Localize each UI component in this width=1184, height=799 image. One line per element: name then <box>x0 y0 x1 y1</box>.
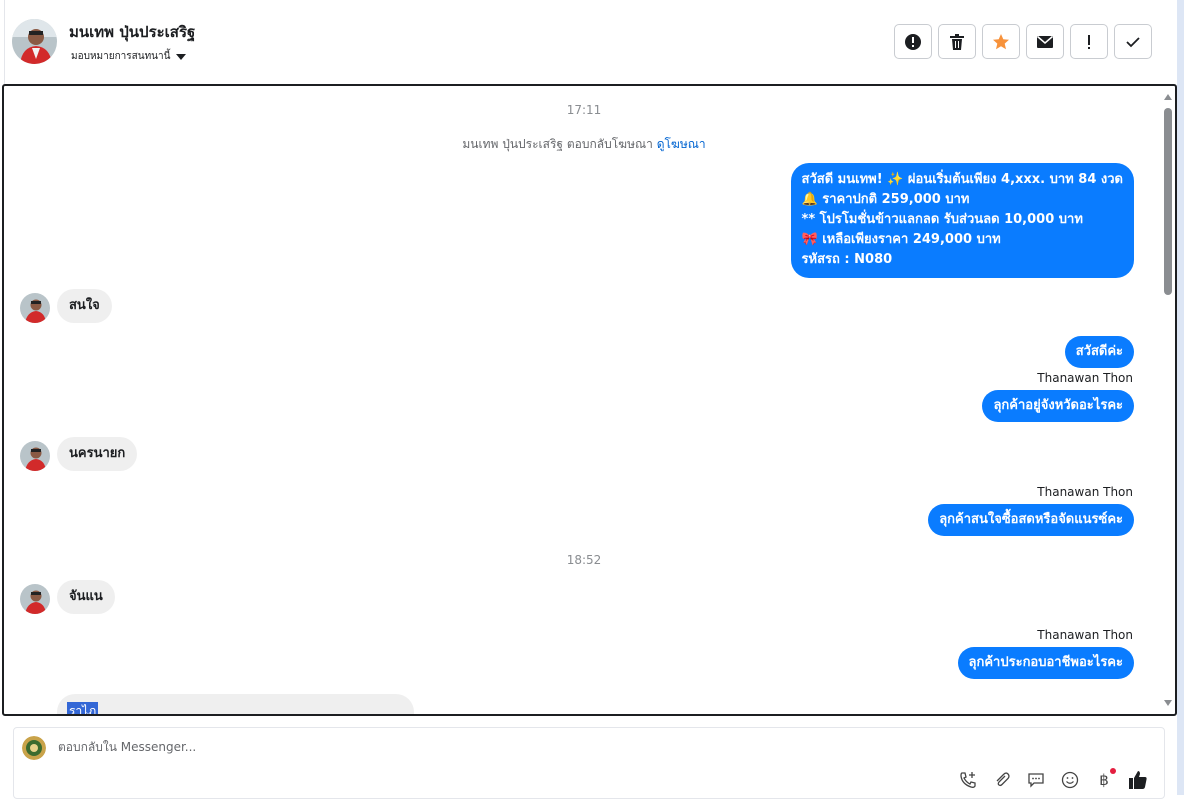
message-thread[interactable]: 17:11 มนเทพ ปุ่นประเสริฐ ตอบกลับโฆษณา ดู… <box>2 84 1177 716</box>
timestamp: 18:52 <box>566 553 602 567</box>
scroll-up-icon[interactable] <box>1164 94 1172 100</box>
conversation-header: มนเทพ ปุ่นประเสริฐ มอบหมายการสนทนานี้ <box>0 0 1177 84</box>
exclamation-icon <box>1088 34 1090 49</box>
baht-payment-icon: ฿ <box>1099 771 1109 789</box>
promo-line: สวัสดี มนเทพ! ✨ ผ่อนเริ่มต้นเพียง 4,xxx.… <box>801 172 1123 187</box>
like-button[interactable] <box>1128 770 1148 790</box>
ad-reply-notice: มนเทพ ปุ่นประเสริฐ ตอบกลับโฆษณา ดูโฆษณา <box>4 135 1164 154</box>
saved-replies-button[interactable] <box>1026 770 1046 790</box>
star-button[interactable] <box>982 24 1020 59</box>
caret-down-icon <box>176 53 187 60</box>
timestamp: 17:11 <box>566 103 602 117</box>
reply-composer: ฿ <box>13 727 1165 799</box>
add-call-button[interactable] <box>958 770 978 790</box>
sender-name: Thanawan Thon <box>1037 485 1133 499</box>
promo-line: 🔔 ราคาปกติ 259,000 บาท <box>801 192 970 207</box>
incoming-message: สนใจ <box>57 289 112 323</box>
mark-unread-button[interactable] <box>1026 24 1064 59</box>
follow-up-button[interactable] <box>1070 24 1108 59</box>
contact-avatar-small <box>20 441 50 471</box>
payment-button[interactable]: ฿ <box>1094 768 1116 790</box>
contact-avatar-small <box>20 584 50 614</box>
mail-icon <box>1037 35 1053 48</box>
notification-dot <box>1110 768 1116 774</box>
promo-line: 🎀 เหลือเพียงราคา 249,000 บาท <box>801 232 1001 247</box>
reply-input[interactable] <box>58 740 758 754</box>
sender-name: Thanawan Thon <box>1037 371 1133 385</box>
spam-button[interactable] <box>894 24 932 59</box>
promo-message-bubble: สวัสดี มนเทพ! ✨ ผ่อนเริ่มต้นเพียง 4,xxx.… <box>790 163 1134 278</box>
promo-line: รหัสรถ : N080 <box>801 252 893 267</box>
contact-avatar[interactable] <box>12 19 57 64</box>
view-ad-link[interactable]: ดูโฆษณา <box>657 137 706 151</box>
outgoing-message: ลุกค้าอยู่จังหวัดอะไรคะ <box>982 390 1134 422</box>
assign-conversation-dropdown[interactable]: มอบหมายการสนทนานี้ <box>71 49 187 64</box>
header-actions <box>894 24 1152 59</box>
star-icon <box>993 33 1009 49</box>
promo-line: ** โปรโมชั่นข้าวแลกลด รับส่วนลด 10,000 บ… <box>801 212 1083 227</box>
like-icon <box>1129 771 1147 789</box>
thread-scrollbar[interactable] <box>1161 86 1175 714</box>
incoming-message-partial: ราไภ <box>57 694 414 714</box>
emoji-icon <box>1061 771 1079 789</box>
scroll-down-icon[interactable] <box>1164 700 1172 706</box>
ad-notice-text: มนเทพ ปุ่นประเสริฐ ตอบกลับโฆษณา <box>462 137 653 151</box>
selected-text: ราไภ <box>67 702 99 714</box>
incoming-message: จันแน <box>57 580 115 614</box>
attach-button[interactable] <box>992 770 1012 790</box>
add-call-icon <box>960 772 976 788</box>
page-avatar <box>22 736 46 760</box>
attachment-icon <box>996 772 1010 787</box>
right-edge-strip <box>1177 0 1184 795</box>
emoji-button[interactable] <box>1060 770 1080 790</box>
assign-label: มอบหมายการสนทนานี้ <box>71 51 171 62</box>
mark-done-button[interactable] <box>1114 24 1152 59</box>
outgoing-message: สวัสดีค่ะ <box>1064 336 1134 368</box>
contact-avatar-small <box>20 293 50 323</box>
saved-reply-icon <box>1028 773 1044 788</box>
outgoing-message: ลุกค้าประกอบอาชีพอะไรคะ <box>957 647 1134 679</box>
trash-icon <box>950 33 964 50</box>
sender-name: Thanawan Thon <box>1037 628 1133 642</box>
composer-tools: ฿ <box>958 768 1148 790</box>
check-icon <box>1126 36 1140 47</box>
scroll-thumb[interactable] <box>1164 108 1172 295</box>
contact-name: มนเทพ ปุ่นประเสริฐ <box>69 23 196 41</box>
incoming-message: นครนายก <box>57 437 138 471</box>
delete-button[interactable] <box>938 24 976 59</box>
alert-circle-icon <box>905 33 921 50</box>
outgoing-message: ลุกค้าสนใจซื้อสดหรือจัดแนรซ์คะ <box>928 504 1134 536</box>
